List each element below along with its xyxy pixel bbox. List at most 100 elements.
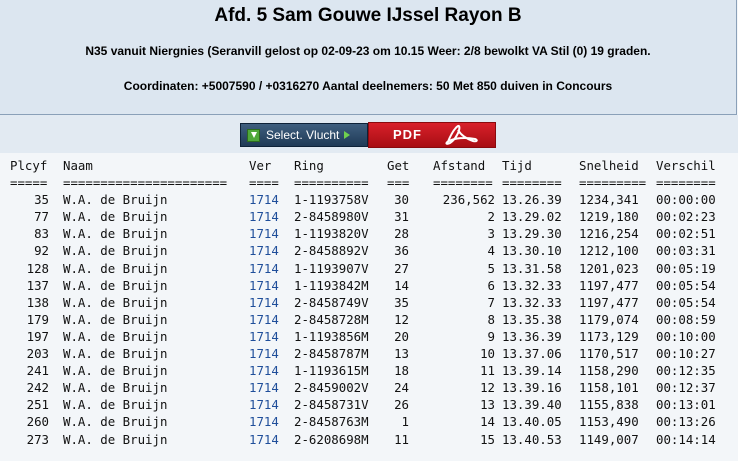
cell-verschil: 00:12:35 xyxy=(656,363,716,379)
cell-ring: 1-1193842M xyxy=(294,277,369,293)
col-verschil: Verschil xyxy=(656,158,716,173)
cell-afstand: 2 xyxy=(487,209,495,225)
cell-ring: 1-1193615M xyxy=(294,363,369,379)
cell-tijd: 13.32.33 xyxy=(502,277,562,293)
cell-naam: W.A. de Bruijn xyxy=(63,260,168,276)
cell-afstand: 3 xyxy=(487,226,495,242)
cell-afstand: 14 xyxy=(480,414,495,430)
ver-link[interactable]: 1714 xyxy=(249,192,279,207)
cell-naam: W.A. de Bruijn xyxy=(63,311,168,327)
sep-tijd: ======== xyxy=(502,175,562,191)
cell-naam: W.A. de Bruijn xyxy=(63,243,168,259)
ver-link[interactable]: 1714 xyxy=(249,261,279,276)
cell-get: 30 xyxy=(394,192,409,208)
cell-snelheid: 1212,100 xyxy=(579,243,639,259)
coordinates-info: Coordinaten: +5007590 / +0316270 Aantal … xyxy=(123,79,613,93)
cell-afstand: 10 xyxy=(480,346,495,362)
cell-snelheid: 1158,101 xyxy=(579,380,639,396)
cell-ring: 1-1193758V xyxy=(294,192,369,208)
col-snelheid: Snelheid xyxy=(579,158,639,173)
sep-plcyf: ===== xyxy=(10,175,48,191)
cell-verschil: 00:02:23 xyxy=(656,209,716,225)
cell-verschil: 00:05:54 xyxy=(656,294,716,310)
cell-get: 13 xyxy=(394,346,409,362)
cell-tijd: 13.39.14 xyxy=(502,363,562,379)
cell-get: 18 xyxy=(394,363,409,379)
cell-verschil: 00:08:59 xyxy=(656,311,716,327)
cell-snelheid: 1197,477 xyxy=(579,294,639,310)
cell-ring: 2-8458787M xyxy=(294,346,369,362)
ver-link[interactable]: 1714 xyxy=(249,278,279,293)
cell-afstand: 5 xyxy=(487,260,495,276)
cell-plcyf: 242 xyxy=(26,380,49,396)
cell-ring: 2-6208698M xyxy=(294,431,369,447)
cell-afstand: 11 xyxy=(480,363,495,379)
cell-ring: 2-8458731V xyxy=(294,397,369,413)
cell-snelheid: 1170,517 xyxy=(579,346,639,362)
ver-link[interactable]: 1714 xyxy=(249,414,279,429)
cell-afstand: 15 xyxy=(480,431,495,447)
cell-get: 36 xyxy=(394,243,409,259)
pdf-button[interactable]: PDF xyxy=(368,122,496,148)
cell-snelheid: 1149,007 xyxy=(579,431,639,447)
ver-link[interactable]: 1714 xyxy=(249,312,279,327)
cell-verschil: 00:12:37 xyxy=(656,380,716,396)
cell-naam: W.A. de Bruijn xyxy=(63,192,168,208)
cell-plcyf: 138 xyxy=(26,294,49,310)
ver-link[interactable]: 1714 xyxy=(249,329,279,344)
cell-tijd: 13.39.16 xyxy=(502,380,562,396)
col-afstand: Afstand xyxy=(433,158,486,173)
cell-tijd: 13.36.39 xyxy=(502,328,562,344)
cell-tijd: 13.35.38 xyxy=(502,311,562,327)
ver-link[interactable]: 1714 xyxy=(249,380,279,395)
ver-link[interactable]: 1714 xyxy=(249,226,279,241)
cell-verschil: 00:14:14 xyxy=(656,431,716,447)
cell-tijd: 13.37.06 xyxy=(502,346,562,362)
cell-tijd: 13.29.30 xyxy=(502,226,562,242)
ver-link[interactable]: 1714 xyxy=(249,243,279,258)
cell-plcyf: 260 xyxy=(26,414,49,430)
ver-link[interactable]: 1714 xyxy=(249,397,279,412)
cell-naam: W.A. de Bruijn xyxy=(63,328,168,344)
cell-afstand: 4 xyxy=(487,243,495,259)
cell-plcyf: 241 xyxy=(26,363,49,379)
cell-afstand: 236,562 xyxy=(442,192,495,208)
sep-get: === xyxy=(387,175,410,191)
cell-verschil: 00:05:19 xyxy=(656,260,716,276)
sep-afstand: ======== xyxy=(433,175,493,191)
cell-tijd: 13.26.39 xyxy=(502,192,562,208)
ver-link[interactable]: 1714 xyxy=(249,346,279,361)
cell-get: 11 xyxy=(394,431,409,447)
sep-naam: ====================== xyxy=(63,175,228,191)
cell-plcyf: 197 xyxy=(26,328,49,344)
cell-verschil: 00:03:31 xyxy=(656,243,716,259)
ver-link[interactable]: 1714 xyxy=(249,363,279,378)
col-ring: Ring xyxy=(294,158,324,173)
cell-ring: 2-8458763M xyxy=(294,414,369,430)
report-header: Afd. 5 Sam Gouwe IJssel Rayon B N35 vanu… xyxy=(0,0,737,115)
cell-snelheid: 1201,023 xyxy=(579,260,639,276)
select-flight-button[interactable]: Select. Vlucht xyxy=(240,123,368,147)
sep-verschil: ======== xyxy=(656,175,716,191)
cell-snelheid: 1153,490 xyxy=(579,414,639,430)
sep-ring: ========== xyxy=(294,175,369,191)
col-ver: Ver xyxy=(249,158,272,173)
cell-ring: 2-8458749V xyxy=(294,294,369,310)
ver-link[interactable]: 1714 xyxy=(249,209,279,224)
cell-ring: 1-1193856M xyxy=(294,328,369,344)
cell-verschil: 00:10:27 xyxy=(656,346,716,362)
cell-get: 24 xyxy=(394,380,409,396)
ver-link[interactable]: 1714 xyxy=(249,295,279,310)
cell-verschil: 00:13:26 xyxy=(656,414,716,430)
cell-plcyf: 251 xyxy=(26,397,49,413)
cell-tijd: 13.40.05 xyxy=(502,414,562,430)
ver-link[interactable]: 1714 xyxy=(249,432,279,447)
cell-naam: W.A. de Bruijn xyxy=(63,294,168,310)
cell-tijd: 13.29.02 xyxy=(502,209,562,225)
cell-plcyf: 203 xyxy=(26,346,49,362)
cell-ring: 2-8458980V xyxy=(294,209,369,225)
col-get: Get xyxy=(387,158,410,173)
cell-verschil: 00:10:00 xyxy=(656,328,716,344)
cell-naam: W.A. de Bruijn xyxy=(63,380,168,396)
cell-afstand: 9 xyxy=(487,328,495,344)
